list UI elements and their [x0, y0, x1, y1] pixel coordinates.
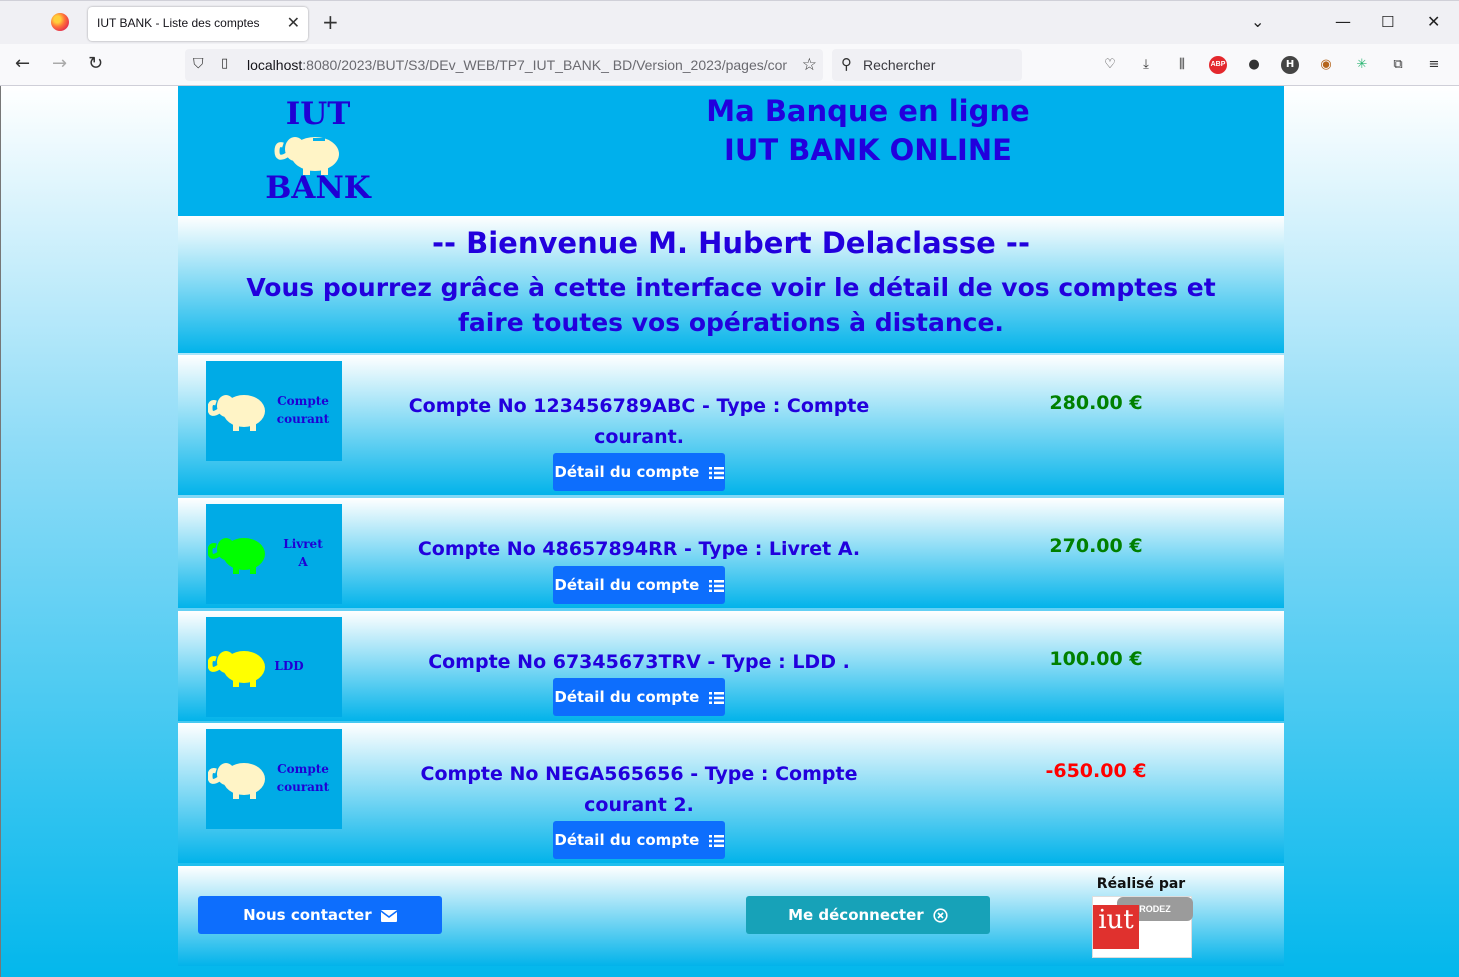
list-icon [708, 834, 724, 847]
iut-logo-text: iut [1098, 905, 1134, 935]
logout-button-label: Me déconnecter [788, 906, 924, 924]
account-row: Livret A Compte No 48657894RR - Type : L… [178, 498, 1284, 608]
firefox-logo-icon[interactable] [51, 13, 69, 31]
list-icon [708, 579, 724, 592]
account-detail-button[interactable]: Détail du compte [553, 453, 725, 491]
logout-button[interactable]: Me déconnecter [746, 896, 990, 934]
site-footer: Nous contacter Me déconnecter Réalisé pa… [178, 866, 1284, 966]
list-icon [708, 466, 724, 479]
search-bar[interactable]: ⚲ Rechercher [832, 49, 1022, 81]
account-image-label: Compte [277, 394, 329, 408]
account-detail-button-label: Détail du compte [554, 576, 700, 594]
browser-tab-bar: IUT BANK - Liste des comptes ✕ + ⌄ — ☐ ✕ [0, 0, 1459, 44]
browser-tab-active[interactable]: IUT BANK - Liste des comptes ✕ [88, 7, 308, 41]
account-detail-button-label: Détail du compte [554, 831, 700, 849]
iut-logo-block: iut Occitanie [1093, 905, 1139, 959]
account-detail-button[interactable]: Détail du compte [553, 678, 725, 716]
account-detail-button-label: Détail du compte [554, 463, 700, 481]
welcome-text: Vous pourrez grâce à cette interface voi… [246, 273, 1216, 337]
tab-close-icon[interactable]: ✕ [287, 14, 300, 32]
account-image-label: courant [276, 412, 330, 426]
bank-container: IUT BANK Ma Banque en ligne IUT BANK ONL… [178, 86, 1284, 966]
elephant-icon [208, 763, 265, 799]
account-description: Compte No 48657894RR - Type : Livret A. [417, 538, 861, 560]
account-image: LDD [206, 617, 342, 717]
url-bar[interactable]: ⛉ ▯ localhost:8080/2023/BUT/S3/DEv_WEB/T… [185, 49, 823, 81]
account-description: Compte No NEGA565656 - Type : Compte cou… [420, 763, 858, 816]
account-image-label: courant [276, 780, 330, 794]
adblock-plus-icon[interactable]: ABP [1209, 56, 1227, 74]
account-balance: 280.00 € [1049, 392, 1143, 414]
contact-button-label: Nous contacter [243, 906, 372, 924]
account-image-label: A [298, 555, 308, 569]
page-info-icon[interactable]: ▯ [221, 56, 228, 71]
browser-nav-bar: ← → ↻ ⛉ ▯ localhost:8080/2023/BUT/S3/DEv… [0, 44, 1459, 86]
extensions-icon[interactable]: ⧉ [1389, 56, 1407, 74]
account-image-label: LDD [274, 659, 304, 673]
bookmark-star-icon[interactable]: ☆ [802, 55, 817, 75]
made-by-label: Réalisé par [1096, 876, 1186, 892]
elephant-icon [208, 395, 265, 431]
account-balance: -650.00 € [1045, 760, 1147, 782]
account-description: Compte No 123456789ABC - Type : Compte c… [408, 395, 870, 448]
account-balance: 270.00 € [1049, 535, 1143, 557]
account-row: Compte courant Compte No 123456789ABC - … [178, 355, 1284, 495]
list-all-tabs-icon[interactable]: ⌄ [1251, 13, 1264, 31]
list-icon [708, 691, 724, 704]
url-host: localhost [247, 57, 303, 73]
close-circle-icon [933, 908, 948, 923]
contact-button[interactable]: Nous contacter [198, 896, 442, 934]
maximize-icon[interactable]: ☐ [1381, 13, 1394, 31]
url-path: :8080/2023/BUT/S3/DEv_WEB/TP7_IUT_BANK_ … [302, 57, 787, 73]
library-icon[interactable]: ⫼ [1173, 56, 1191, 74]
account-row: Compte courant Compte No NEGA565656 - Ty… [178, 723, 1284, 863]
pocket-icon[interactable]: ♡ [1101, 56, 1119, 74]
account-row: LDD Compte No 67345673TRV - Type : LDD .… [178, 611, 1284, 721]
extension-ball-icon[interactable]: ● [1245, 56, 1263, 74]
downloads-icon[interactable]: ⤓ [1137, 56, 1155, 74]
logo-text-top: IUT [285, 96, 351, 132]
logo-text-bottom: BANK [265, 170, 371, 206]
extension-h-icon[interactable]: H [1281, 56, 1299, 74]
account-image: Livret A [206, 504, 342, 604]
account-image: Compte courant [206, 361, 342, 461]
account-image-label: Compte [277, 762, 329, 776]
iut-rodez-logo: RODEZ iut Occitanie [1092, 896, 1193, 959]
welcome-section: -- Bienvenue M. Hubert Delaclasse -- Vou… [178, 216, 1284, 353]
iut-logo-subtext: Occitanie [1101, 952, 1131, 959]
url-text[interactable]: localhost:8080/2023/BUT/S3/DEv_WEB/TP7_I… [247, 57, 787, 73]
envelope-icon [380, 909, 397, 922]
site-title-line2: IUT BANK ONLINE [724, 133, 1012, 167]
menu-icon[interactable]: ≡ [1425, 56, 1443, 74]
shield-icon[interactable]: ⛉ [193, 56, 204, 72]
account-balance: 100.00 € [1049, 648, 1143, 670]
new-tab-icon[interactable]: + [322, 12, 339, 32]
cookie-extension-icon[interactable]: ◉ [1317, 56, 1335, 74]
reload-icon[interactable]: ↻ [88, 54, 103, 74]
forward-icon[interactable]: → [52, 54, 67, 74]
account-detail-button[interactable]: Détail du compte [553, 821, 725, 859]
window-close-icon[interactable]: ✕ [1427, 13, 1440, 31]
search-input[interactable]: Rechercher [863, 57, 935, 73]
account-description: Compte No 67345673TRV - Type : LDD . [428, 651, 850, 673]
search-icon: ⚲ [841, 55, 852, 73]
minimize-icon[interactable]: — [1335, 13, 1351, 31]
account-detail-button[interactable]: Détail du compte [553, 566, 725, 604]
site-header: IUT BANK Ma Banque en ligne IUT BANK ONL… [178, 86, 1284, 216]
account-image-label: Livret [283, 537, 323, 551]
elephant-icon [208, 651, 265, 687]
account-image: Compte courant [206, 729, 342, 829]
site-title-line1: Ma Banque en ligne [706, 94, 1030, 128]
extension-star-icon[interactable]: ✳ [1353, 56, 1371, 74]
tab-title: IUT BANK - Liste des comptes [97, 16, 260, 30]
back-icon[interactable]: ← [15, 54, 30, 74]
page-viewport: IUT BANK Ma Banque en ligne IUT BANK ONL… [0, 86, 1459, 977]
elephant-icon [208, 538, 265, 574]
account-detail-button-label: Détail du compte [554, 688, 700, 706]
welcome-title: -- Bienvenue M. Hubert Delaclasse -- [431, 226, 1031, 260]
